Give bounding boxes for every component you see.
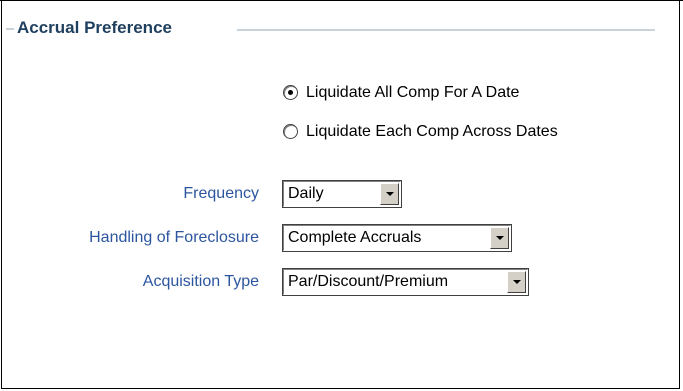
radio-label-liquidate-all: Liquidate All Comp For A Date: [306, 84, 520, 101]
acquisition-label: Acquisition Type: [142, 273, 259, 290]
frequency-label: Frequency: [183, 185, 259, 202]
frequency-value: Daily: [288, 185, 324, 202]
legend-rule-right: [237, 29, 655, 31]
legend-rule-left: [6, 28, 14, 30]
foreclosure-dropdown-button[interactable]: [490, 227, 509, 249]
acquisition-select[interactable]: Par/Discount/Premium: [282, 268, 529, 296]
section-legend: Accrual Preference: [6, 14, 656, 44]
section-title: Accrual Preference: [17, 18, 172, 37]
frequency-select[interactable]: Daily: [282, 180, 402, 208]
radio-liquidate-all[interactable]: Liquidate All Comp For A Date: [283, 81, 626, 105]
radio-button-unselected[interactable]: [283, 124, 298, 139]
foreclosure-label: Handling of Foreclosure: [89, 229, 259, 246]
radio-button-selected[interactable]: [283, 85, 298, 100]
frequency-dropdown-button[interactable]: [380, 183, 399, 205]
foreclosure-select[interactable]: Complete Accruals: [282, 224, 512, 252]
acquisition-dropdown-button[interactable]: [507, 271, 526, 293]
chevron-down-icon: [385, 192, 394, 196]
radio-label-liquidate-each: Liquidate Each Comp Across Dates: [306, 123, 558, 140]
radio-liquidate-each[interactable]: Liquidate Each Comp Across Dates: [283, 120, 596, 144]
foreclosure-value: Complete Accruals: [288, 229, 422, 246]
radio-dot-icon: [288, 90, 293, 95]
chevron-down-icon: [512, 280, 521, 284]
acquisition-value: Par/Discount/Premium: [288, 273, 449, 290]
chevron-down-icon: [495, 236, 504, 240]
